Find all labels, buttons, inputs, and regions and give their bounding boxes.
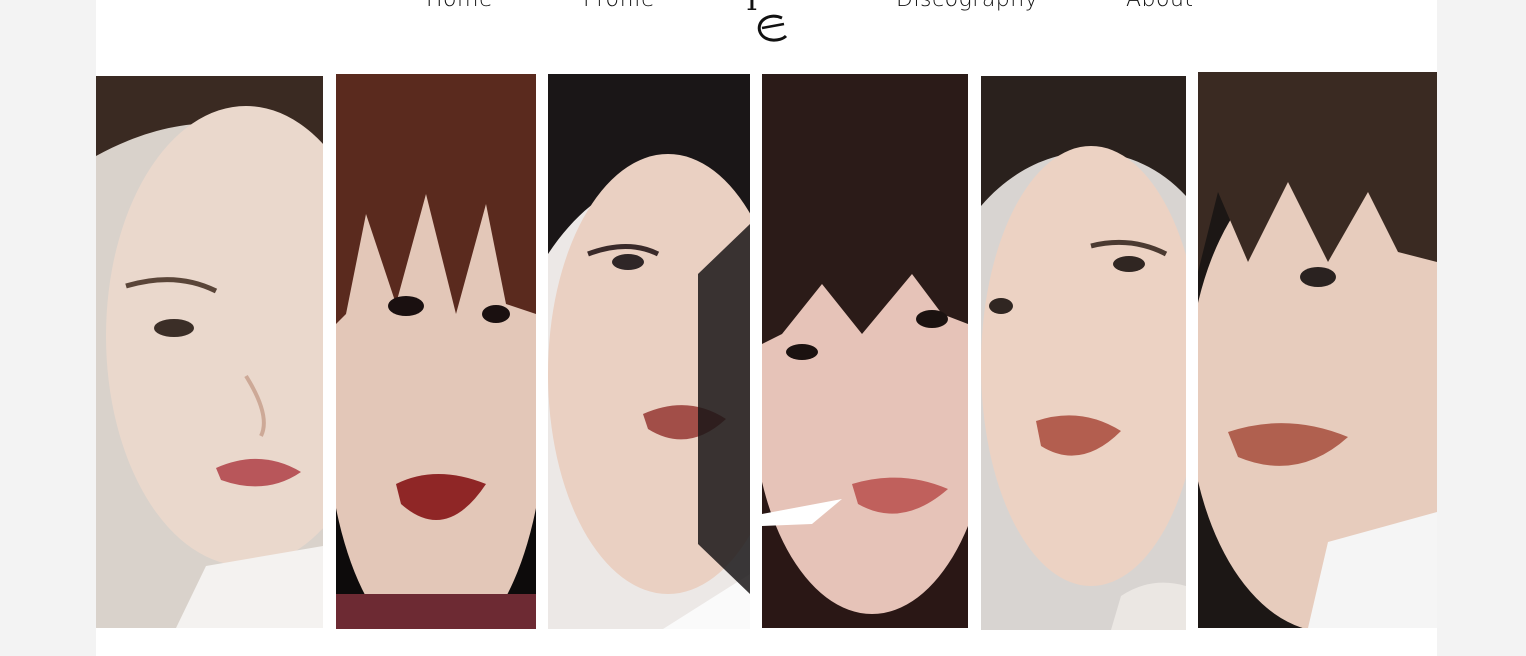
member-portrait-2-icon	[336, 74, 536, 629]
member-photo-2[interactable]	[336, 74, 536, 629]
page-container: Home Profile I Discography About	[96, 0, 1437, 656]
member-portrait-1-icon	[96, 76, 323, 628]
member-photo-3[interactable]	[548, 74, 750, 629]
member-photo-5[interactable]	[981, 76, 1186, 630]
member-photo-1[interactable]	[96, 76, 323, 628]
member-portrait-6-icon	[1198, 72, 1437, 628]
member-photo-4[interactable]	[762, 74, 968, 628]
ive-logo-icon[interactable]: I	[742, 0, 798, 44]
nav-about-link[interactable]: About	[1126, 0, 1194, 14]
member-photo-6[interactable]	[1198, 72, 1437, 628]
member-portrait-3-icon	[548, 74, 750, 629]
nav-discography-link[interactable]: Discography	[896, 0, 1038, 14]
member-portrait-5-icon	[981, 76, 1186, 630]
member-portrait-4-icon	[762, 74, 968, 628]
nav-home-link[interactable]: Home	[426, 0, 493, 14]
svg-text:I: I	[746, 0, 758, 18]
nav-profile-link[interactable]: Profile	[583, 0, 655, 14]
